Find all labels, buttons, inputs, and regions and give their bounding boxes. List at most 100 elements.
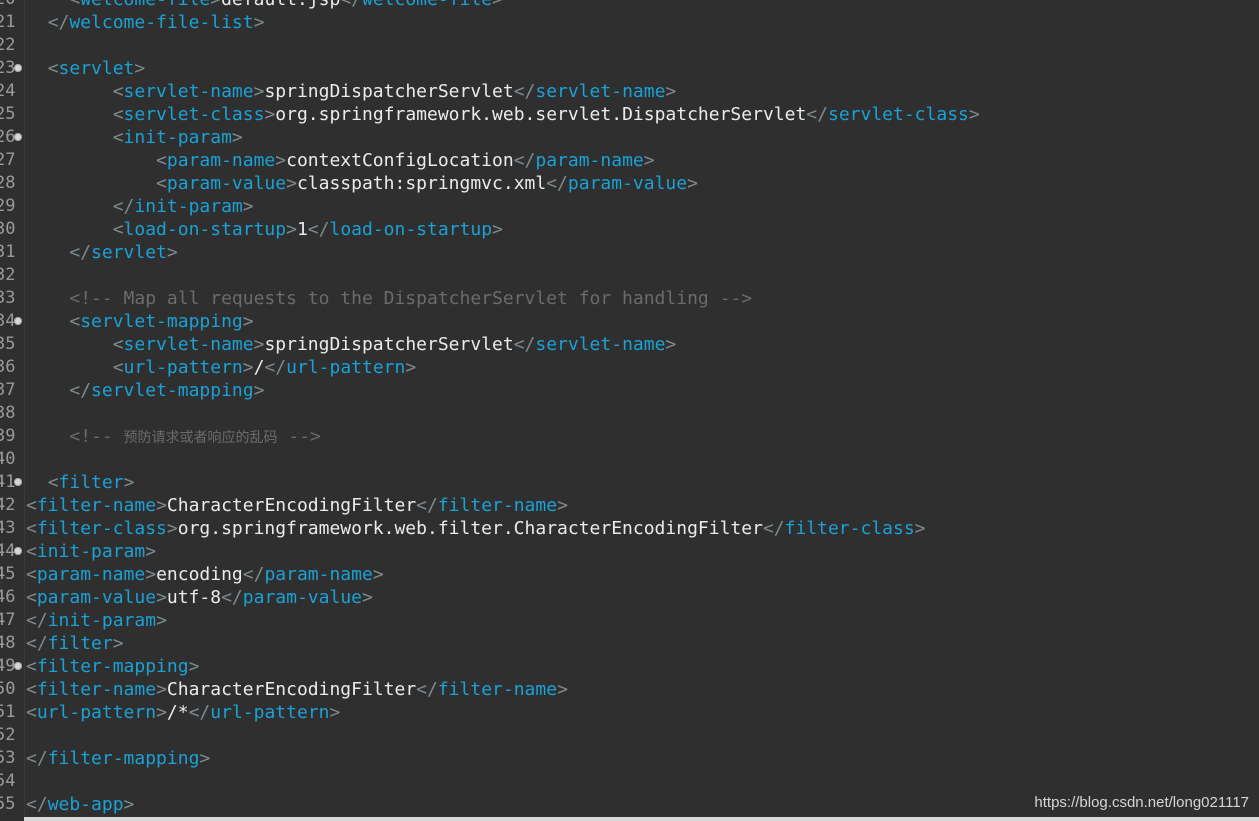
code-content: <!-- Map all requests to the DispatcherS… <box>26 287 752 310</box>
code-line[interactable]: 54 <box>0 770 1259 793</box>
code-line[interactable]: 49 <filter-mapping> <box>0 655 1259 678</box>
code-line[interactable]: 20 <welcome-file>default.jsp</welcome-fi… <box>0 0 1259 11</box>
code-line[interactable]: 51 <url-pattern>/*</url-pattern> <box>0 701 1259 724</box>
code-line[interactable]: 32 <box>0 264 1259 287</box>
code-line[interactable]: 40 <box>0 448 1259 471</box>
tag-bracket: < <box>112 334 124 355</box>
line-number: 27 <box>0 150 15 170</box>
code-line[interactable]: 39 <!-- 预防请求或者响应的乱码 --> <box>0 425 1259 448</box>
code-line[interactable]: 50 <filter-name>CharacterEncodingFilter</… <box>0 678 1259 701</box>
tag-name: servlet-class <box>123 104 265 125</box>
fold-toggle-icon[interactable] <box>14 64 22 72</box>
line-number: 20 <box>0 0 15 11</box>
tag-name: param-value <box>36 587 157 608</box>
fold-toggle-icon[interactable] <box>14 317 22 325</box>
code-content: </filter-mapping> <box>26 747 210 770</box>
tag-name: param-name <box>535 150 644 171</box>
text-content: springDispatcherServlet <box>264 334 514 355</box>
tag-bracket: > <box>166 518 178 539</box>
code-line[interactable]: 22 <box>0 34 1259 57</box>
tag-bracket: < <box>26 587 37 608</box>
code-content: <url-pattern>/*</url-pattern> <box>26 701 340 724</box>
tag-name: servlet-name <box>535 81 666 102</box>
code-content: <filter-mapping> <box>26 655 199 678</box>
code-line[interactable]: 23 <servlet> <box>0 57 1259 80</box>
tag-bracket: > <box>492 0 503 10</box>
code-line[interactable]: 47 </init-param> <box>0 609 1259 632</box>
tag-bracket: > <box>492 219 503 240</box>
tag-name: servlet-class <box>827 104 969 125</box>
tag-bracket: </ <box>188 702 211 723</box>
tag-bracket: </ <box>221 587 243 608</box>
code-line[interactable]: 24 <servlet-name>springDispatcherServlet… <box>0 80 1259 103</box>
tag-name: servlet-name <box>123 334 254 355</box>
code-content: </init-param> <box>26 195 254 218</box>
fold-toggle-icon[interactable] <box>14 478 22 486</box>
code-line[interactable]: 28 <param-value>classpath:springmvc.xml<… <box>0 172 1259 195</box>
code-line[interactable]: 26 <init-param> <box>0 126 1259 149</box>
tag-bracket: </ <box>416 679 438 700</box>
tag-bracket: > <box>286 219 297 240</box>
tag-bracket: > <box>253 81 265 102</box>
tag-bracket: > <box>687 173 698 194</box>
code-line[interactable]: 44 <init-param> <box>0 540 1259 563</box>
tag-bracket: < <box>112 219 124 240</box>
code-content: <param-value>utf-8</param-value> <box>26 586 373 609</box>
code-line[interactable]: 30 <load-on-startup>1</load-on-startup> <box>0 218 1259 241</box>
line-number: 34 <box>0 311 15 331</box>
code-line[interactable]: 35 <servlet-name>springDispatcherServlet… <box>0 333 1259 356</box>
code-line[interactable]: 38 <box>0 402 1259 425</box>
text-content: 1 <box>296 219 308 240</box>
tag-bracket: </ <box>26 748 48 769</box>
tag-bracket: < <box>156 150 167 171</box>
code-line[interactable]: 29 </init-param> <box>0 195 1259 218</box>
tag-bracket: </ <box>513 81 536 102</box>
text-content: CharacterEncodingFilter <box>166 495 417 516</box>
code-line[interactable]: 48 </filter> <box>0 632 1259 655</box>
code-line[interactable]: 45 <param-name>encoding</param-name> <box>0 563 1259 586</box>
tag-bracket: </ <box>546 173 568 194</box>
tag-bracket: > <box>231 127 243 148</box>
tag-bracket: > <box>264 104 276 125</box>
tag-bracket: > <box>210 0 221 10</box>
code-line[interactable]: 42 <filter-name>CharacterEncodingFilter</… <box>0 494 1259 517</box>
code-line[interactable]: 37 </servlet-mapping> <box>0 379 1259 402</box>
code-line[interactable]: 21 </welcome-file-list> <box>0 11 1259 34</box>
code-content: </filter> <box>26 632 124 655</box>
text-content: springDispatcherServlet <box>264 81 514 102</box>
line-number: 38 <box>0 403 15 423</box>
tag-bracket: > <box>242 196 254 217</box>
code-line[interactable]: 52 <box>0 724 1259 747</box>
text-content: CharacterEncodingFilter <box>166 679 417 700</box>
tag-bracket: </ <box>513 150 536 171</box>
code-line[interactable]: 31 </servlet> <box>0 241 1259 264</box>
code-line[interactable]: 46 <param-value>utf-8</param-value> <box>0 586 1259 609</box>
fold-toggle-icon[interactable] <box>14 547 22 555</box>
code-line[interactable]: 25 <servlet-class>org.springframework.we… <box>0 103 1259 126</box>
code-line[interactable]: 41 <filter> <box>0 471 1259 494</box>
code-editor[interactable]: 20 <welcome-file>default.jsp</welcome-fi… <box>0 0 1259 821</box>
code-line[interactable]: 33 <!-- Map all requests to the Dispatch… <box>0 287 1259 310</box>
tag-bracket: > <box>665 81 677 102</box>
tag-name: servlet <box>91 242 167 263</box>
tag-bracket: </ <box>112 196 135 217</box>
line-number: 29 <box>0 196 15 216</box>
tag-name: url-pattern <box>286 357 406 378</box>
fold-toggle-icon[interactable] <box>14 662 22 670</box>
text-content: default.jsp <box>221 0 340 10</box>
code-line[interactable]: 34 <servlet-mapping> <box>0 310 1259 333</box>
tag-name: param-value <box>567 173 688 194</box>
line-number: 32 <box>0 265 15 285</box>
code-line[interactable]: 53 </filter-mapping> <box>0 747 1259 770</box>
code-line[interactable]: 36 <url-pattern>/</url-pattern> <box>0 356 1259 379</box>
code-line[interactable]: 43 <filter-class>org.springframework.web.… <box>0 517 1259 540</box>
tag-name: servlet-mapping <box>80 311 243 332</box>
tag-bracket: > <box>253 380 265 401</box>
code-line[interactable]: 27 <param-name>contextConfigLocation</pa… <box>0 149 1259 172</box>
tag-name: url-pattern <box>210 702 330 723</box>
horizontal-scrollbar[interactable] <box>24 817 1259 821</box>
tag-name: welcome-file <box>80 0 210 10</box>
tag-bracket: < <box>47 472 59 493</box>
fold-toggle-icon[interactable] <box>14 133 22 141</box>
tag-bracket: < <box>47 58 59 79</box>
